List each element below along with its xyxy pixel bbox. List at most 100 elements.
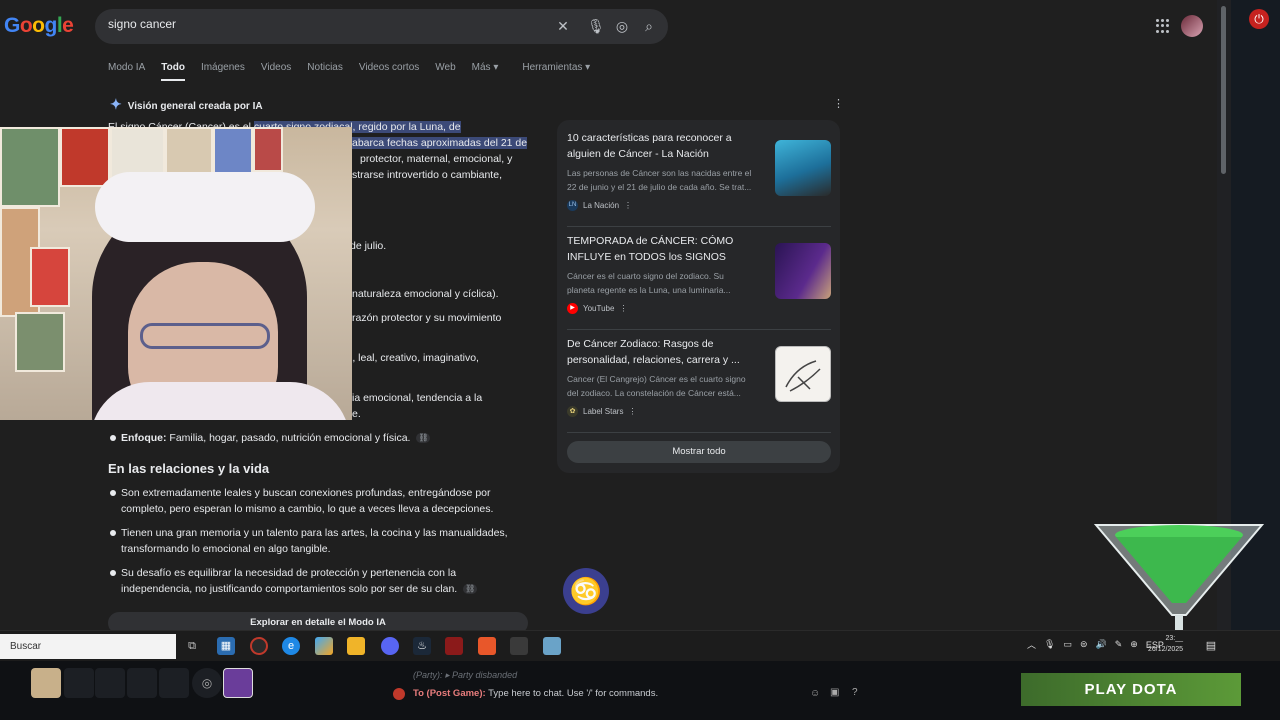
chat-settings-icon[interactable]: ▣ xyxy=(830,687,839,698)
notifications-icon[interactable]: ▤ xyxy=(1202,637,1220,655)
ai-text-fragment: l, leal, creativo, imaginativo, xyxy=(350,352,479,364)
divider xyxy=(567,226,831,227)
task-view-icon[interactable]: ⧉ xyxy=(183,637,201,655)
chat-emoji-icon[interactable]: ☺ xyxy=(810,688,820,699)
chat-input[interactable]: To (Post Game): Type here to chat. Use '… xyxy=(393,688,868,702)
party-slot[interactable] xyxy=(127,668,157,698)
card-thumbnail[interactable] xyxy=(775,140,831,196)
sparkle-icon: ✦ xyxy=(110,96,122,112)
party-slot[interactable] xyxy=(95,668,125,698)
tab-imagenes[interactable]: Imágenes xyxy=(201,62,245,81)
volume-icon[interactable]: 🔊 xyxy=(1096,639,1107,650)
clock[interactable]: 23:__ 26/12/2025 xyxy=(1148,633,1183,655)
more-options-icon[interactable]: ⋮ xyxy=(624,201,632,210)
source-card[interactable]: De Cáncer Zodiaco: Rasgos de personalidad… xyxy=(567,336,831,426)
card-title[interactable]: De Cáncer Zodiaco: Rasgos de personalidad… xyxy=(567,336,772,368)
scrollbar-thumb[interactable] xyxy=(1221,6,1226,174)
play-dota-button[interactable]: PLAY DOTA xyxy=(1021,673,1241,706)
bullet xyxy=(110,435,116,441)
source-card[interactable]: TEMPORADA de CÁNCER: CÓMO INFLUYE en TODO… xyxy=(567,233,831,323)
party-slot[interactable] xyxy=(64,668,94,698)
app-icon[interactable] xyxy=(250,637,268,655)
search-icon[interactable]: ⌕ xyxy=(640,17,658,35)
globe-icon[interactable]: ⊕ xyxy=(1130,639,1138,650)
chat-log-line: (Party): ▸ Party disbanded xyxy=(413,670,518,680)
party-slot[interactable] xyxy=(159,668,189,698)
person-shirt xyxy=(90,382,350,420)
ai-paragraph-line-2: abarca fechas aproximadas del 21 de xyxy=(352,137,528,149)
wall-poster xyxy=(15,312,65,372)
source-card[interactable]: 10 características para reconocer a algui… xyxy=(567,130,831,220)
bullet xyxy=(110,530,116,536)
taskbar-search[interactable]: Buscar xyxy=(0,634,176,659)
card-source[interactable]: LN La Nación ⋮ xyxy=(567,200,632,211)
avatar[interactable] xyxy=(1181,15,1203,37)
steam-icon[interactable]: ♨ xyxy=(413,637,431,655)
card-title[interactable]: 10 características para reconocer a algui… xyxy=(567,130,772,162)
card-description: Las personas de Cáncer son las nacidas e… xyxy=(567,168,752,192)
link-icon[interactable]: ⛓ xyxy=(416,433,431,444)
card-title[interactable]: TEMPORADA de CÁNCER: CÓMO INFLUYE en TODO… xyxy=(567,233,772,265)
google-logo[interactable]: Google xyxy=(4,14,74,38)
chat-channel-icon[interactable] xyxy=(393,688,405,700)
cancer-zodiac-icon[interactable]: ♋ xyxy=(563,568,609,614)
power-icon[interactable]: ⏻ xyxy=(1249,9,1269,29)
card-thumbnail[interactable] xyxy=(775,346,831,402)
list-item: Su desafío es equilibrar la necesidad de… xyxy=(121,567,478,595)
notepad-icon[interactable] xyxy=(543,637,561,655)
tab-noticias[interactable]: Noticias xyxy=(307,62,343,81)
ai-text-fragment: de julio. xyxy=(350,240,387,252)
tab-modo-ia[interactable]: Modo IA xyxy=(108,62,145,81)
ai-text-fragment: razón protector y su movimiento xyxy=(352,312,502,324)
edge-icon[interactable]: e xyxy=(282,637,300,655)
more-options-icon[interactable]: ⋮ xyxy=(628,407,636,416)
hero-portrait[interactable] xyxy=(223,668,253,698)
webcam-overlay xyxy=(0,127,352,420)
clear-icon[interactable]: ✕ xyxy=(554,17,572,35)
file-explorer-icon[interactable] xyxy=(347,637,365,655)
divider xyxy=(567,432,831,433)
hero-portrait[interactable] xyxy=(31,668,61,698)
wall-poster xyxy=(30,247,70,307)
tab-videos[interactable]: Videos xyxy=(261,62,291,81)
chevron-up-icon[interactable]: ︿ xyxy=(1027,638,1036,651)
apps-grid-icon[interactable] xyxy=(1156,19,1170,33)
tab-web[interactable]: Web xyxy=(435,62,455,81)
tab-herramientas[interactable]: Herramientas ▾ xyxy=(522,62,590,81)
more-options-icon[interactable]: ⋮ xyxy=(833,97,844,110)
label-stars-favicon: ✿ xyxy=(567,406,578,417)
store-icon[interactable]: ▦ xyxy=(217,637,235,655)
card-thumbnail[interactable] xyxy=(775,243,831,299)
discord-icon[interactable] xyxy=(381,637,399,655)
tab-todo[interactable]: Todo xyxy=(161,62,185,81)
app-icon[interactable] xyxy=(510,637,528,655)
card-source[interactable]: ▶ YouTube ⋮ xyxy=(567,303,627,314)
display-icon[interactable]: ▭ xyxy=(1063,639,1072,650)
ai-overview-title: ✦ Visión general creada por IA xyxy=(110,96,263,112)
more-options-icon[interactable]: ⋮ xyxy=(619,304,627,313)
ai-paragraph-line-3: protector, maternal, emocional, y xyxy=(360,153,513,165)
tab-mas[interactable]: Más ▾ xyxy=(472,62,499,81)
ai-text-fragment: e. xyxy=(352,408,361,420)
dota-icon[interactable] xyxy=(445,637,463,655)
tab-videos-cortos[interactable]: Videos cortos xyxy=(359,62,419,81)
lens-icon[interactable]: ◎ xyxy=(613,17,631,35)
link-icon[interactable]: ⛓ xyxy=(463,584,478,595)
glasses xyxy=(140,323,270,349)
show-all-button[interactable]: Mostrar todo xyxy=(567,441,831,463)
lock-icon[interactable]: ⊜ xyxy=(1080,639,1088,650)
card-source[interactable]: ✿ Label Stars ⋮ xyxy=(567,406,636,417)
copilot-icon[interactable] xyxy=(315,637,333,655)
sources-panel: 10 características para reconocer a algui… xyxy=(557,120,840,473)
section-heading: En las relaciones y la vida xyxy=(108,461,270,476)
headset-icon[interactable]: ◎ xyxy=(192,668,222,698)
search-tabs: Modo IA Todo Imágenes Videos Noticias Vi… xyxy=(108,62,606,81)
microphone-icon[interactable]: 🎙 xyxy=(587,17,605,35)
search-input[interactable] xyxy=(108,17,548,31)
microphone-icon[interactable]: 🎙 xyxy=(1044,639,1055,650)
brave-icon[interactable] xyxy=(478,637,496,655)
pen-icon[interactable]: ✎ xyxy=(1115,639,1123,650)
search-box[interactable]: ✕ 🎙 ◎ ⌕ xyxy=(95,9,668,44)
cow-ears-headband xyxy=(95,172,315,242)
chat-help-icon[interactable]: ? xyxy=(852,687,858,698)
